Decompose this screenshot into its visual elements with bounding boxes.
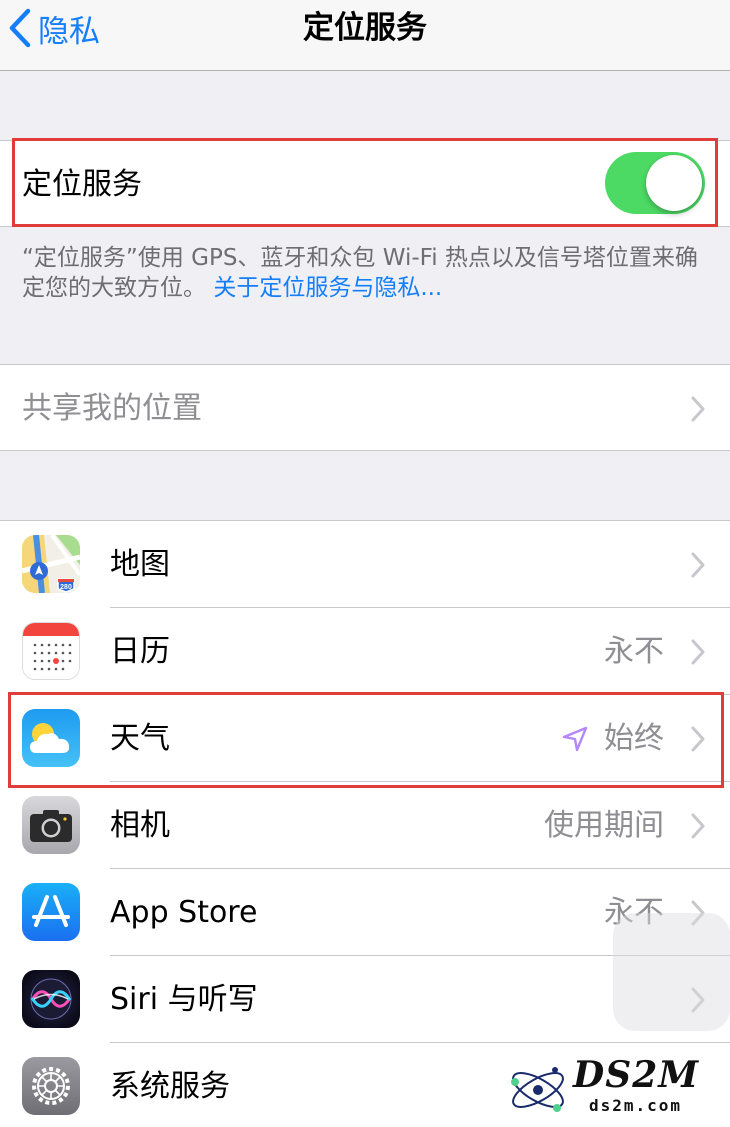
- watermark-subtitle: ds2m.com: [589, 1096, 683, 1115]
- watermark-title: DS2M: [573, 1054, 700, 1096]
- chevron-right-icon: [691, 813, 705, 839]
- app-list: 280 地图 日历 永不 天气 始终 相机 使用期间 App Store 永不 …: [0, 520, 730, 1127]
- chevron-right-icon: [691, 639, 705, 665]
- camera-icon: [22, 796, 80, 854]
- calendar-icon: [22, 622, 80, 680]
- app-name: 地图: [110, 547, 170, 582]
- chevron-right-icon: [691, 396, 705, 422]
- watermark: DS2M ds2m.com: [505, 1054, 720, 1123]
- app-store-icon: [22, 883, 80, 941]
- location-arrow-icon: [562, 726, 588, 752]
- location-services-toggle[interactable]: [605, 152, 705, 214]
- list-item-calendar[interactable]: 日历 永不: [0, 608, 730, 695]
- toggle-knob: [646, 155, 702, 211]
- weather-icon: [22, 709, 80, 767]
- page-title: 定位服务: [303, 10, 427, 46]
- app-permission: 始终: [604, 721, 664, 756]
- app-name: 日历: [110, 634, 170, 669]
- navigation-bar: 隐私 定位服务: [0, 0, 730, 71]
- app-name: Siri 与听写: [110, 982, 258, 1017]
- list-item-maps[interactable]: 280 地图: [0, 521, 730, 608]
- location-services-footnote: “定位服务”使用 GPS、蓝牙和众包 Wi-Fi 热点以及信号塔位置来确定您的大…: [22, 243, 712, 303]
- share-my-location-label: 共享我的位置: [22, 391, 202, 426]
- app-name: 相机: [110, 808, 170, 843]
- app-name: App Store: [110, 895, 258, 930]
- maps-icon: 280: [22, 535, 80, 593]
- location-services-label: 定位服务: [22, 167, 142, 202]
- app-permission: 永不: [604, 634, 664, 669]
- app-permission: 使用期间: [544, 808, 664, 843]
- siri-icon: [22, 970, 80, 1028]
- svg-text:280: 280: [60, 584, 72, 591]
- gear-icon: [22, 1057, 80, 1115]
- app-name: 系统服务: [110, 1069, 230, 1104]
- list-item-weather[interactable]: 天气 始终: [0, 695, 730, 782]
- assistive-touch-button[interactable]: [613, 913, 730, 1031]
- watermark-logo-icon: [511, 1067, 564, 1112]
- chevron-right-icon: [691, 726, 705, 752]
- privacy-link[interactable]: 关于定位服务与隐私...: [213, 275, 442, 301]
- share-my-location-row[interactable]: 共享我的位置: [0, 364, 730, 451]
- list-item-camera[interactable]: 相机 使用期间: [0, 782, 730, 869]
- app-name: 天气: [110, 721, 170, 756]
- chevron-right-icon: [691, 552, 705, 578]
